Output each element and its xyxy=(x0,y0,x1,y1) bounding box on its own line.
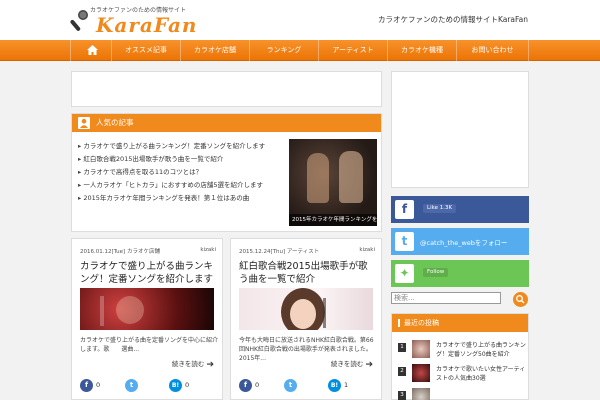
post-date: 2016.01.12[Tue] xyxy=(80,249,126,255)
site-description: カラオケファンのための情報サイトKaraFan xyxy=(377,15,528,24)
main-nav: オススメ記事 カラオケ店舗 ランキング アーティスト カラオケ機種 お問い合わせ xyxy=(0,40,600,61)
twitter-share-icon[interactable]: t xyxy=(284,379,297,392)
nav-item-stores[interactable]: カラオケ店舗 xyxy=(180,40,249,61)
post-category[interactable]: カラオケ店舗 xyxy=(127,249,160,255)
nav-item-recommended[interactable]: オススメ記事 xyxy=(111,40,180,61)
hatena-bookmark-icon[interactable]: B! xyxy=(169,379,182,392)
recent-posts-panel: 最近の投稿 1 カラオケで盛り上がる曲ランキング！定番ソング50曲を紹介 2 カ… xyxy=(391,313,529,400)
search-icon xyxy=(516,295,525,304)
hatena-count: 1 xyxy=(344,381,349,389)
facebook-count: 0 xyxy=(255,381,260,389)
recent-post-item[interactable]: 2 カラオケで歌いたい女性アーティストの人気曲30選 xyxy=(398,364,526,384)
recent-post-item[interactable]: 1 カラオケで盛り上がる曲ランキング！定番ソング50曲を紹介 xyxy=(398,340,526,360)
popular-post-link[interactable]: 一人カラオケ「ヒトカラ」におすすめの店舗5選を紹介します xyxy=(78,179,265,192)
facebook-share-icon[interactable]: f xyxy=(80,379,93,392)
recent-post-title[interactable]: カラオケで歌いたい女性アーティストの人気曲30選 xyxy=(436,365,528,383)
popular-post-link[interactable]: 2015年カラオケ年間ランキングを発表！第１位はあの曲 xyxy=(78,192,265,205)
recent-post-thumbnail[interactable] xyxy=(412,388,430,400)
facebook-widget[interactable]: f Like 1.3K xyxy=(391,196,529,223)
nav-item-machines[interactable]: カラオケ機種 xyxy=(387,40,456,61)
facebook-like-button[interactable]: Like 1.3K xyxy=(423,204,457,213)
post-excerpt: カラオケで盛り上がる曲を定番ソングを中心に紹介します。歌 選曲... xyxy=(80,337,219,353)
site-brand: KaraFan xyxy=(96,13,198,37)
popular-posts-panel: 人気の記事 カラオケで盛り上がる曲ランキング！定番ソングを紹介します 紅白歌合戦… xyxy=(71,113,382,232)
search-button[interactable] xyxy=(513,292,528,307)
hatena-count: 0 xyxy=(185,381,190,389)
nav-item-contact[interactable]: お問い合わせ xyxy=(456,40,529,61)
post-title[interactable]: 紅白歌合戦2015出場歌手が歌う曲を一覧で紹介 xyxy=(239,260,377,286)
sidebar-ad xyxy=(391,71,529,188)
facebook-share-icon[interactable]: f xyxy=(239,379,252,392)
popular-posts-list: カラオケで盛り上がる曲ランキング！定番ソングを紹介します 紅白歌合戦2015出場… xyxy=(78,140,265,205)
popular-post-link[interactable]: カラオケで盛り上がる曲ランキング！定番ソングを紹介します xyxy=(78,140,265,153)
post-meta: 2015.12.24[Thu] アーティスト xyxy=(239,247,319,255)
facebook-icon: f xyxy=(395,200,414,219)
twitter-share-icon[interactable]: t xyxy=(125,379,138,392)
nav-item-ranking[interactable]: ランキング xyxy=(249,40,318,61)
popular-posts-title: 人気の記事 xyxy=(96,118,134,127)
recent-post-rank: 1 xyxy=(398,343,406,352)
post-thumbnail[interactable] xyxy=(239,288,373,330)
post-card: 2015.12.24[Thu] アーティスト kizaki 紅白歌合戦2015出… xyxy=(230,238,382,400)
recent-post-rank: 2 xyxy=(398,367,406,376)
nav-item-artists[interactable]: アーティスト xyxy=(318,40,387,61)
twitter-widget[interactable]: t @catch_the_webをフォロー xyxy=(391,228,529,255)
home-icon xyxy=(87,45,98,55)
arrow-right-icon: ➔ xyxy=(206,360,214,370)
user-icon xyxy=(78,117,90,129)
microphone-icon xyxy=(70,10,88,31)
featured-image-caption: 2015年カラオケ年間ランキングを発表！第１位はあの曲 xyxy=(289,214,377,226)
post-date: 2015.12.24[Thu] xyxy=(239,249,286,255)
twitter-icon: t xyxy=(395,232,414,251)
site-logo[interactable]: カラオケファンのための情報サイト KaraFan xyxy=(70,3,198,37)
post-author: kizaki xyxy=(200,247,216,253)
recent-post-thumbnail[interactable] xyxy=(412,364,430,382)
ad-banner xyxy=(71,71,382,107)
feedly-widget[interactable]: ✦ Follow xyxy=(391,260,529,287)
post-thumbnail[interactable] xyxy=(80,288,214,330)
featured-image[interactable]: 2015年カラオケ年間ランキングを発表！第１位はあの曲 xyxy=(289,139,377,226)
popular-post-link[interactable]: カラオケで高得点を取る11のコツとは？ xyxy=(78,166,265,179)
post-title[interactable]: カラオケで盛り上がる曲ランキング！定番ソングを紹介します xyxy=(80,260,218,286)
facebook-count: 0 xyxy=(96,381,101,389)
recent-post-thumbnail[interactable] xyxy=(412,340,430,358)
hatena-bookmark-icon[interactable]: B! xyxy=(328,379,341,392)
recent-post-item[interactable]: 3 xyxy=(398,388,526,400)
recent-post-rank: 3 xyxy=(398,391,406,400)
post-card: 2016.01.12[Tue] カラオケ店舗 kizaki カラオケで盛り上がる… xyxy=(71,238,223,400)
post-meta: 2016.01.12[Tue] カラオケ店舗 xyxy=(80,247,160,255)
site-header: カラオケファンのための情報サイト KaraFan カラオケファンのための情報サイ… xyxy=(0,0,600,40)
post-category[interactable]: アーティスト xyxy=(287,249,319,255)
feedly-icon: ✦ xyxy=(395,264,414,283)
recent-post-title[interactable]: カラオケで盛り上がる曲ランキング！定番ソング50曲を紹介 xyxy=(436,341,528,359)
feedly-follow-button[interactable]: Follow xyxy=(423,268,449,277)
nav-home[interactable] xyxy=(70,40,111,61)
popular-posts-header: 人気の記事 xyxy=(72,114,381,132)
post-author: kizaki xyxy=(359,247,375,253)
search-input[interactable]: 検索... xyxy=(391,292,501,304)
popular-post-link[interactable]: 紅白歌合戦2015出場歌手が歌う曲を一覧で紹介 xyxy=(78,153,265,166)
read-more-link[interactable]: 続きを読む ➔ xyxy=(172,358,214,370)
read-more-link[interactable]: 続きを読む ➔ xyxy=(331,358,373,370)
recent-posts-title: 最近の投稿 xyxy=(392,314,528,332)
twitter-follow-link[interactable]: @catch_the_webをフォロー xyxy=(420,237,507,247)
arrow-right-icon: ➔ xyxy=(365,360,373,370)
